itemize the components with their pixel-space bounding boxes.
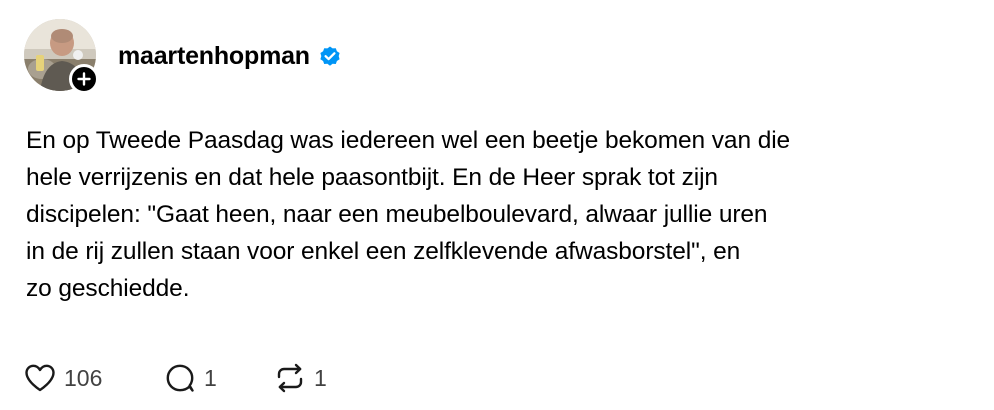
post-header: maartenhopman [118, 38, 342, 74]
follow-button[interactable] [69, 64, 99, 94]
heart-icon [25, 364, 55, 392]
post-text-line: in de rij zullen staan voor enkel een ze… [26, 238, 741, 265]
post-card: maartenhopman En op Tweede Paasdag was i… [0, 0, 994, 410]
action-bar: 106 1 1 [22, 360, 352, 396]
username[interactable]: maartenhopman [118, 42, 310, 71]
plus-icon [77, 72, 91, 86]
repost-icon [277, 363, 303, 393]
post-text-line: hele verrijzenis en dat hele paasontbijt… [26, 164, 718, 191]
comment-icon [166, 364, 194, 392]
reply-button[interactable]: 1 [162, 360, 272, 396]
repost-button[interactable]: 1 [272, 360, 352, 396]
post-text: En op Tweede Paasdag was iedereen wel ee… [26, 122, 976, 307]
post-text-line: En op Tweede Paasdag was iedereen wel ee… [26, 127, 791, 154]
repost-count: 1 [314, 364, 327, 391]
avatar-container[interactable] [24, 19, 99, 94]
post-text-line: discipelen: "Gaat heen, naar een meubelb… [26, 201, 768, 228]
like-button[interactable]: 106 [22, 360, 162, 396]
verified-badge-icon [318, 44, 342, 68]
post-text-line: zo geschiedde. [26, 275, 190, 302]
like-count: 106 [64, 364, 103, 391]
reply-count: 1 [204, 364, 217, 391]
